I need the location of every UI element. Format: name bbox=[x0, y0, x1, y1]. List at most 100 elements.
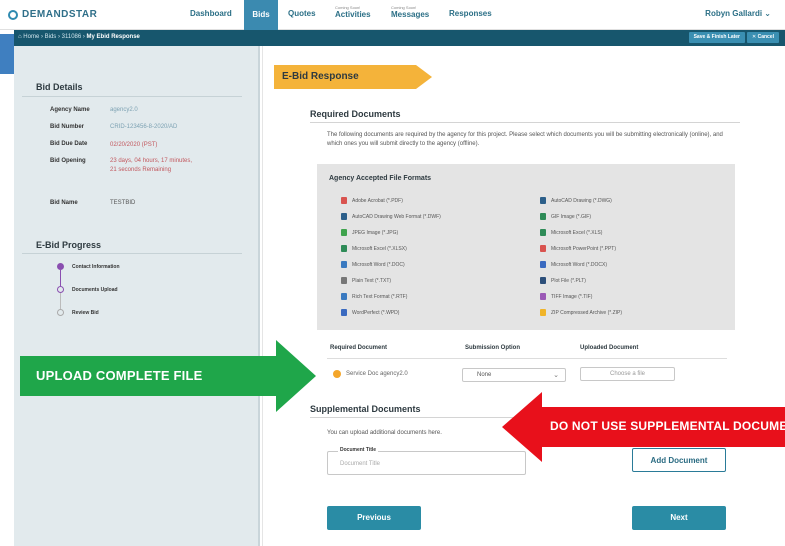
file-format-label: Plot File (*.PLT) bbox=[551, 277, 586, 284]
file-format-label: GIF Image (*.GIF) bbox=[551, 213, 592, 220]
page-title: E-Bid Response bbox=[282, 71, 359, 82]
progress-line bbox=[60, 293, 61, 309]
breadcrumb-bar: ⌂ Home › Bids › 311086 › My Ebid Respons… bbox=[14, 30, 785, 46]
file-format-label: Microsoft Excel (*.XLS) bbox=[551, 229, 603, 236]
red-arrow-text: DO NOT USE SUPPLEMENTAL DOCUMENTS bbox=[550, 419, 785, 433]
file-format-label: ZIP Compressed Archive (*.ZIP) bbox=[551, 309, 623, 316]
supplemental-docs-description: You can upload additional documents here… bbox=[327, 430, 442, 436]
progress-line bbox=[60, 270, 61, 286]
file-formats-title: Agency Accepted File Formats bbox=[329, 175, 432, 182]
file-format-item: AutoCAD Drawing (*.DWG) bbox=[540, 197, 612, 204]
document-title-placeholder: Document Title bbox=[340, 461, 381, 467]
brand-name: DEMANDSTAR bbox=[22, 9, 98, 20]
bid-sidebar bbox=[14, 46, 260, 546]
col-required-document: Required Document bbox=[330, 345, 388, 351]
nav-messages[interactable]: Coming Soon! Messages bbox=[391, 5, 429, 20]
file-format-label: Microsoft Word (*.DOC) bbox=[352, 261, 405, 268]
file-type-icon bbox=[540, 213, 546, 220]
required-docs-title: Required Documents bbox=[310, 109, 401, 119]
file-format-item: AutoCAD Drawing Web Format (*.DWF) bbox=[341, 213, 441, 220]
file-format-label: JPEG Image (*.JPG) bbox=[352, 229, 399, 236]
chevron-down-icon: ⌄ bbox=[553, 372, 559, 379]
save-finish-later-button[interactable]: Save & Finish Later bbox=[688, 32, 745, 43]
file-format-item: Microsoft PowerPoint (*.PPT) bbox=[540, 245, 616, 252]
breadcrumb[interactable]: ⌂ Home › Bids › 311086 › My Ebid Respons… bbox=[18, 34, 140, 40]
choose-file-button[interactable]: Choose a file bbox=[580, 367, 675, 381]
document-title-label: Document Title bbox=[338, 447, 379, 453]
file-format-label: WordPerfect (*.WPD) bbox=[352, 309, 400, 316]
divider bbox=[22, 96, 242, 97]
user-menu[interactable]: Robyn Gallardi ⌄ bbox=[705, 9, 771, 18]
table-divider bbox=[327, 358, 727, 359]
file-type-icon bbox=[341, 229, 347, 236]
file-type-icon bbox=[540, 277, 546, 284]
file-format-label: Microsoft Excel (*.XLSX) bbox=[352, 245, 407, 252]
detail-value: CRID-123456-8-2020/AD bbox=[110, 124, 178, 130]
progress-step[interactable]: Contact Information bbox=[72, 264, 120, 270]
file-format-label: Adobe Acrobat (*.PDF) bbox=[352, 197, 403, 204]
file-type-icon bbox=[540, 261, 546, 268]
top-navigation: DEMANDSTAR Dashboard Bids Quotes Coming … bbox=[0, 0, 785, 30]
green-arrow-text: UPLOAD COMPLETE FILE bbox=[36, 368, 203, 383]
file-type-icon bbox=[341, 197, 347, 204]
progress-title: E-Bid Progress bbox=[36, 240, 102, 250]
file-format-item: Microsoft Word (*.DOC) bbox=[341, 261, 405, 268]
file-format-label: TIFF Image (*.TIF) bbox=[551, 293, 593, 300]
file-type-icon bbox=[341, 293, 347, 300]
progress-step[interactable]: Documents Upload bbox=[72, 287, 118, 293]
selected-option: None bbox=[477, 372, 492, 378]
supplemental-docs-title: Supplemental Documents bbox=[310, 404, 421, 414]
detail-term: Bid Name bbox=[50, 200, 78, 206]
detail-term: Agency Name bbox=[50, 107, 90, 113]
next-button[interactable]: Next bbox=[632, 506, 726, 530]
left-accent-block bbox=[0, 34, 14, 74]
cancel-button[interactable]: ✕ Cancel bbox=[747, 32, 779, 43]
required-docs-description: The following documents are required by … bbox=[327, 132, 723, 147]
col-submission-option: Submission Option bbox=[465, 345, 520, 351]
breadcrumb-path[interactable]: ⌂ Home › Bids › 311086 › bbox=[18, 34, 87, 40]
detail-value: 02/20/2020 (PST) bbox=[110, 142, 158, 148]
brand-logo[interactable]: DEMANDSTAR bbox=[8, 9, 97, 20]
file-format-item: Rich Text Format (*.RTF) bbox=[341, 293, 407, 300]
file-format-label: Plain Text (*.TXT) bbox=[352, 277, 392, 284]
logo-icon bbox=[8, 9, 18, 20]
file-format-item: ZIP Compressed Archive (*.ZIP) bbox=[540, 309, 622, 316]
step-complete-icon bbox=[57, 263, 64, 270]
file-format-item: Plain Text (*.TXT) bbox=[341, 277, 391, 284]
file-type-icon bbox=[341, 213, 347, 220]
submission-option-select[interactable]: None ⌄ bbox=[462, 368, 566, 382]
file-format-item: TIFF Image (*.TIF) bbox=[540, 293, 592, 300]
file-type-icon bbox=[540, 245, 546, 252]
file-type-icon bbox=[540, 293, 546, 300]
detail-value: TESTBID bbox=[110, 200, 136, 206]
file-type-icon bbox=[341, 245, 347, 252]
nav-dashboard[interactable]: Dashboard bbox=[190, 9, 232, 18]
detail-term: Bid Due Date bbox=[50, 141, 88, 147]
file-format-item: Microsoft Excel (*.XLSX) bbox=[341, 245, 407, 252]
progress-step[interactable]: Review Bid bbox=[72, 310, 99, 316]
page-banner: E-Bid Response bbox=[274, 65, 432, 89]
file-format-label: AutoCAD Drawing (*.DWG) bbox=[551, 197, 612, 204]
file-format-item: Microsoft Word (*.DOCX) bbox=[540, 261, 607, 268]
document-status-icon bbox=[333, 370, 341, 378]
detail-term: Bid Number bbox=[50, 124, 85, 130]
divider bbox=[310, 122, 740, 123]
nav-activities[interactable]: Coming Soon! Activities bbox=[335, 5, 371, 20]
file-type-icon bbox=[540, 229, 546, 236]
nav-activities-label: Activities bbox=[335, 10, 371, 19]
file-type-icon bbox=[341, 277, 347, 284]
nav-responses[interactable]: Responses bbox=[449, 9, 492, 18]
red-arrow-text-clip: DO NOT USE SUPPLEMENTAL DOCUMENTS bbox=[502, 392, 785, 462]
file-format-label: Rich Text Format (*.RTF) bbox=[352, 293, 408, 300]
detail-term: Bid Opening bbox=[50, 158, 86, 164]
file-format-label: AutoCAD Drawing Web Format (*.DWF) bbox=[352, 213, 441, 220]
file-format-item: Plot File (*.PLT) bbox=[540, 277, 586, 284]
file-format-item: Adobe Acrobat (*.PDF) bbox=[341, 197, 403, 204]
bid-details-title: Bid Details bbox=[36, 82, 83, 92]
file-format-label: Microsoft Word (*.DOCX) bbox=[551, 261, 608, 268]
nav-bids[interactable]: Bids bbox=[244, 0, 278, 30]
breadcrumb-current: My Ebid Response bbox=[86, 34, 140, 40]
nav-quotes[interactable]: Quotes bbox=[288, 9, 316, 18]
step-pending-icon bbox=[57, 309, 64, 316]
previous-button[interactable]: Previous bbox=[327, 506, 421, 530]
